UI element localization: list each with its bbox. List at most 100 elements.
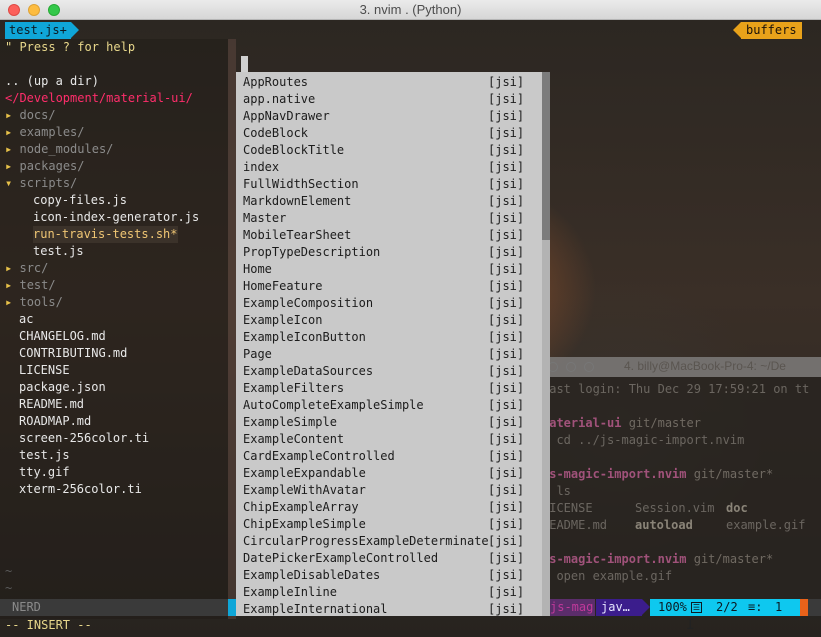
completion-item[interactable]: ExampleWithAvatar [jsi] xyxy=(236,482,542,499)
completion-kind: [jsi] xyxy=(488,109,525,123)
tree-file-item[interactable]: icon-index-generator.js xyxy=(33,209,199,226)
tree-dir-item[interactable]: ▸ tools/ xyxy=(5,294,63,311)
completion-item[interactable]: CircularProgressExampleDeterminate [jsi] xyxy=(236,533,542,550)
tree-item-label: tools/ xyxy=(19,295,63,309)
tree-caret-icon: ▸ xyxy=(5,295,13,309)
completion-item[interactable]: Page [jsi] xyxy=(236,346,542,363)
background-terminal-titlebar[interactable]: 4. billy@MacBook-Pro-4: ~/De xyxy=(540,357,821,377)
completion-item[interactable]: ExampleIcon [jsi] xyxy=(236,312,542,329)
tree-file-item[interactable]: screen-256color.ti xyxy=(19,430,149,447)
statusline-position: 100% ☰ 2/2 ≡: 1 xyxy=(650,599,800,616)
completion-word: ExampleContent xyxy=(243,432,345,446)
tree-file-item[interactable]: run-travis-tests.sh* xyxy=(33,226,178,243)
completion-word: HomeFeature xyxy=(243,279,323,293)
terminal-area[interactable]: test.js+ buffers " Press ? for help .. (… xyxy=(0,20,821,637)
completion-item[interactable]: ExampleIconButton [jsi] xyxy=(236,329,542,346)
completion-item[interactable]: HomeFeature [jsi] xyxy=(236,278,542,295)
prompt-dir: js-magic-import.nvim xyxy=(542,552,687,566)
tree-dir-item[interactable]: ▸ src/ xyxy=(5,260,48,277)
tree-item-label: node_modules/ xyxy=(19,142,114,156)
completion-item[interactable]: CodeBlockTitle [jsi] xyxy=(236,142,542,159)
completion-item[interactable]: ExampleDataSources [jsi] xyxy=(236,363,542,380)
minimize-window-button[interactable] xyxy=(566,362,576,372)
completion-kind: [jsi] xyxy=(488,143,525,157)
buffers-indicator: buffers xyxy=(741,22,802,39)
completion-item[interactable]: ExampleComposition [jsi] xyxy=(236,295,542,312)
completion-word: PropTypeDescription xyxy=(243,245,381,259)
tree-caret-icon: ▸ xyxy=(5,142,13,156)
nerdtree-panel[interactable]: " Press ? for help .. (up a dir) </Devel… xyxy=(0,39,228,619)
tree-file-item[interactable]: LICENSE xyxy=(19,362,70,379)
completion-item[interactable]: CodeBlock [jsi] xyxy=(236,125,542,142)
tree-item-label: CHANGELOG.md xyxy=(19,329,106,343)
tree-file-item[interactable]: CHANGELOG.md xyxy=(19,328,106,345)
tree-dir-item[interactable]: ▸ packages/ xyxy=(5,158,85,175)
completion-word: ExampleFilters xyxy=(243,381,345,395)
completion-kind: [jsi] xyxy=(488,177,525,191)
completion-item[interactable]: CardExampleControlled [jsi] xyxy=(236,448,542,465)
tab-separator-icon xyxy=(71,22,79,38)
completion-item[interactable]: FullWidthSection [jsi] xyxy=(236,176,542,193)
tree-dir-item[interactable]: ▸ node_modules/ xyxy=(5,141,113,158)
tree-root-path[interactable]: </Development/material-ui/ xyxy=(5,90,193,107)
completion-item[interactable]: ExampleContent [jsi] xyxy=(236,431,542,448)
completion-item[interactable]: AppNavDrawer [jsi] xyxy=(236,108,542,125)
tab-test-js[interactable]: test.js+ xyxy=(5,22,71,39)
completion-kind: [jsi] xyxy=(488,262,525,276)
completion-item[interactable]: AutoCompleteExampleSimple [jsi] xyxy=(236,397,542,414)
tree-dir-item[interactable]: ▸ test/ xyxy=(5,277,56,294)
completion-word: FullWidthSection xyxy=(243,177,359,191)
statusline-filetype: jav… xyxy=(596,599,642,616)
completion-item[interactable]: index [jsi] xyxy=(236,159,542,176)
prompt-line: material-ui git/master xyxy=(542,415,701,432)
tree-file-item[interactable]: xterm-256color.ti xyxy=(19,481,142,498)
tree-file-item[interactable]: README.md xyxy=(19,396,84,413)
completion-item[interactable]: ExampleInternational [jsi] xyxy=(236,601,542,616)
completion-item[interactable]: app.native [jsi] xyxy=(236,91,542,108)
completion-scrollbar[interactable] xyxy=(542,72,550,616)
completion-item[interactable]: ExampleDisableDates [jsi] xyxy=(236,567,542,584)
completion-popup[interactable]: AppRoutes [jsi] app.native [jsi] AppNavDrawe… xyxy=(236,72,550,616)
completion-word: Home xyxy=(243,262,272,276)
tree-dir-item[interactable]: ▸ docs/ xyxy=(5,107,56,124)
tree-dir-item[interactable]: ▾ scripts/ xyxy=(5,175,77,192)
completion-item[interactable]: ChipExampleArray [jsi] xyxy=(236,499,542,516)
completion-item[interactable]: AppRoutes [jsi] xyxy=(236,74,542,91)
tree-file-item[interactable]: CONTRIBUTING.md xyxy=(19,345,127,362)
ls-output-item: doc xyxy=(726,501,748,515)
completion-item[interactable]: ExampleSimple [jsi] xyxy=(236,414,542,431)
tree-item-label: docs/ xyxy=(19,108,56,122)
completion-item[interactable]: MarkdownElement [jsi] xyxy=(236,193,542,210)
tree-file-item[interactable]: tty.gif xyxy=(19,464,70,481)
statusline-separator-icon xyxy=(642,599,650,615)
completion-item[interactable]: Master [jsi] xyxy=(236,210,542,227)
completion-kind: [jsi] xyxy=(488,75,525,89)
completion-kind: [jsi] xyxy=(488,330,525,344)
completion-item[interactable]: ExampleExpandable [jsi] xyxy=(236,465,542,482)
tree-file-item[interactable]: copy-files.js xyxy=(33,192,127,209)
completion-kind: [jsi] xyxy=(488,551,525,565)
tree-dir-item[interactable]: ▸ examples/ xyxy=(5,124,85,141)
up-dir-item[interactable]: .. (up a dir) xyxy=(5,73,99,90)
completion-kind: [jsi] xyxy=(488,483,525,497)
tree-file-item[interactable]: ROADMAP.md xyxy=(19,413,91,430)
background-terminal-window[interactable]: 4. billy@MacBook-Pro-4: ~/De Last login:… xyxy=(540,357,821,619)
completion-item[interactable]: ExampleInline [jsi] xyxy=(236,584,542,601)
maximize-window-button[interactable] xyxy=(584,362,594,372)
completion-item[interactable]: ChipExampleSimple [jsi] xyxy=(236,516,542,533)
tree-file-item[interactable]: ac xyxy=(19,311,33,328)
ls-output-item: autoload xyxy=(635,518,693,532)
tree-file-item[interactable]: test.js xyxy=(19,447,70,464)
window-split-separator[interactable] xyxy=(228,39,236,619)
completion-item[interactable]: ExampleFilters [jsi] xyxy=(236,380,542,397)
tree-item-label: screen-256color.ti xyxy=(19,431,150,445)
completion-item[interactable]: Home [jsi] xyxy=(236,261,542,278)
completion-item[interactable]: MobileTearSheet [jsi] xyxy=(236,227,542,244)
tree-file-item[interactable]: test.js xyxy=(33,243,84,260)
completion-item[interactable]: PropTypeDescription [jsi] xyxy=(236,244,542,261)
completion-item[interactable]: DatePickerExampleControlled [jsi] xyxy=(236,550,542,567)
completion-scrollbar-thumb[interactable] xyxy=(542,72,550,240)
completion-kind: [jsi] xyxy=(488,194,525,208)
tree-file-item[interactable]: package.json xyxy=(19,379,106,396)
tree-item-label: README.md xyxy=(19,397,85,411)
